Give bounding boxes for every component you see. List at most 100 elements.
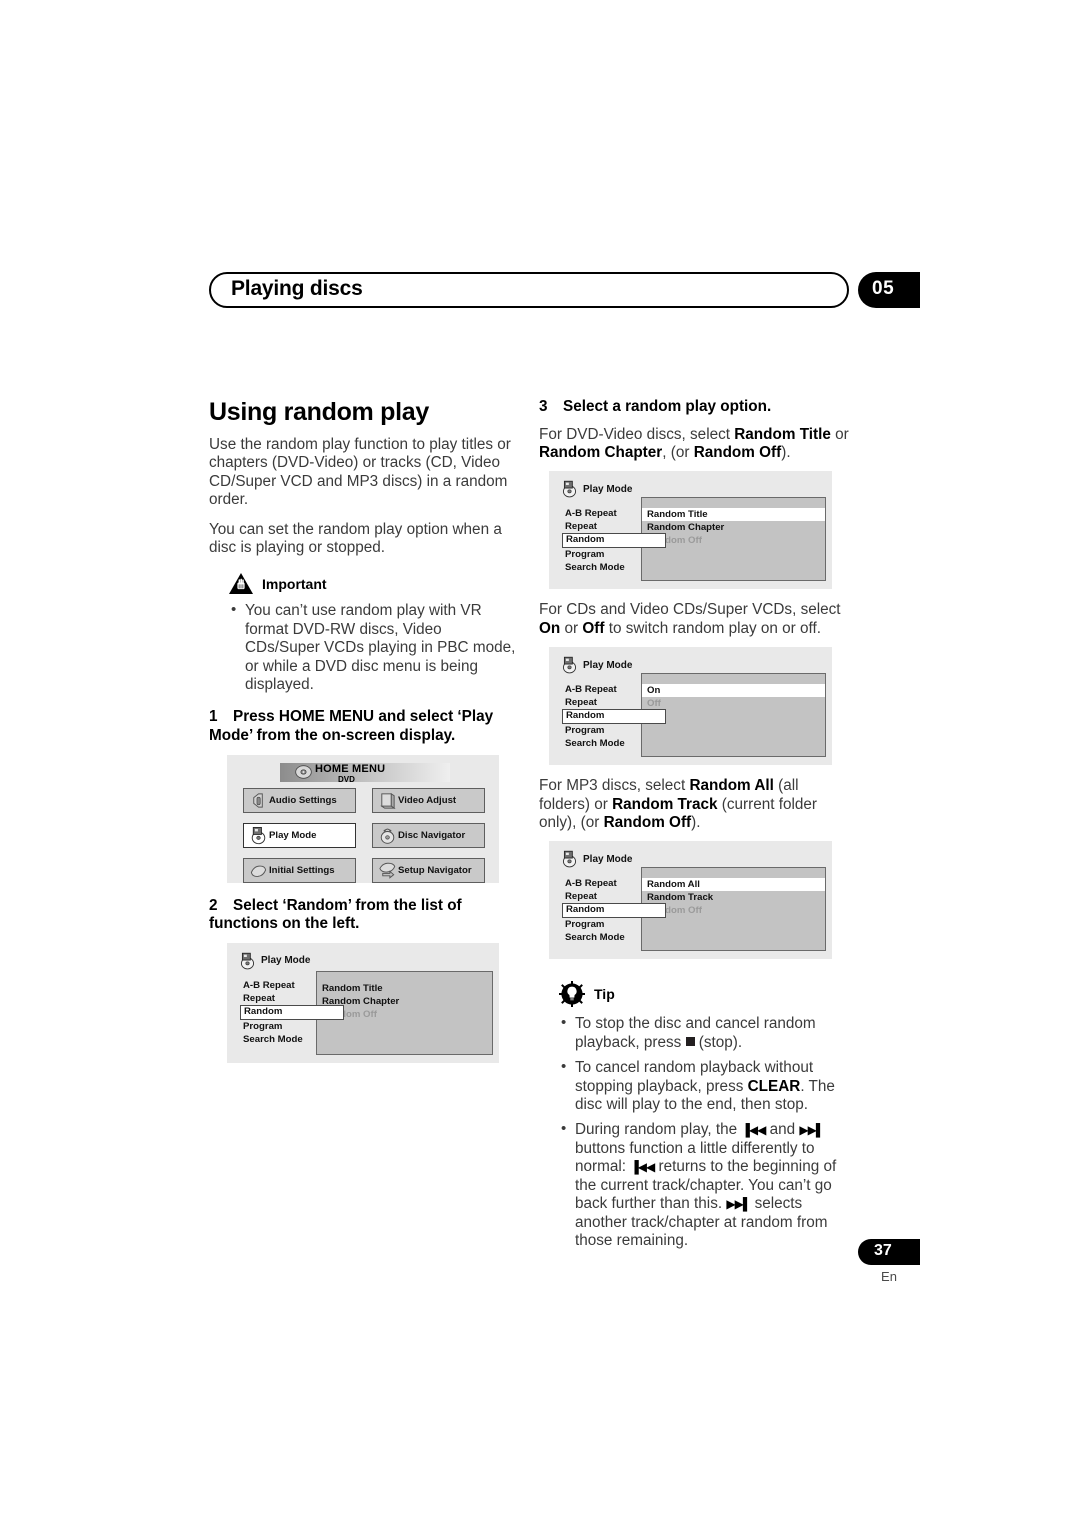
text-run: ). xyxy=(691,814,701,832)
home-menu-item-label: Audio Settings xyxy=(269,794,337,806)
option-item[interactable]: Random Title xyxy=(317,982,492,995)
audio-settings-icon xyxy=(253,793,263,808)
play-mode-header-label: Play Mode xyxy=(261,955,311,967)
step-2: 2 Select ‘Random’ from the list of functi… xyxy=(209,897,519,934)
play-mode-options-panel: On Off xyxy=(641,673,826,758)
intro-paragraph-1: Use the random play function to play tit… xyxy=(209,436,511,509)
home-menu-item-setup-navigator[interactable]: Setup Navigator xyxy=(372,857,485,883)
function-list-item-random[interactable]: Random xyxy=(562,903,666,919)
play-mode-figure-dvd-video: Play Mode A-B Repeat Repeat Random Progr… xyxy=(549,471,832,590)
video-adjust-icon xyxy=(380,792,396,809)
play-mode-options-panel: Random Title Random Chapter Random Off xyxy=(641,497,826,582)
intro-paragraph-2: You can set the random play option when … xyxy=(209,520,502,557)
cd-vcd-instruction: For CDs and Video CDs/Super VCDs, select… xyxy=(539,601,849,638)
play-mode-header: Play Mode xyxy=(560,656,632,674)
step-1-number: 1 xyxy=(209,708,218,726)
function-list-item-random[interactable]: Random xyxy=(562,533,666,549)
play-mode-header-label: Play Mode xyxy=(583,659,633,671)
step-3: 3 Select a random play option. xyxy=(539,398,849,417)
function-list-item-random[interactable]: Random xyxy=(562,709,666,725)
important-bullet-list: You can’t use random play with VR format… xyxy=(229,601,519,694)
home-menu-item-audio-settings[interactable]: Audio Settings xyxy=(243,787,356,813)
home-menu-item-initial-settings[interactable]: Initial Settings xyxy=(243,857,356,883)
page-title: Using random play xyxy=(209,398,429,426)
text-run: For MP3 discs, select xyxy=(539,777,690,795)
list-item: To cancel random playback without stoppi… xyxy=(559,1058,849,1114)
tip-callout-header: Tip xyxy=(539,981,849,1008)
option-item-disabled: Random Off xyxy=(647,905,702,917)
chapter-tab: 05 xyxy=(858,272,920,308)
text-run-bold: Off xyxy=(582,619,605,637)
home-menu-item-label: Play Mode xyxy=(269,829,317,841)
previous-track-icon: ▐◀◀ xyxy=(630,1160,655,1175)
dvd-video-instruction: For DVD-Video discs, select Random Title… xyxy=(539,426,849,463)
play-mode-figure-cd-vcd: Play Mode A-B Repeat Repeat Random Progr… xyxy=(549,647,832,766)
disc-icon xyxy=(295,764,312,779)
text-run-bold: Random Off xyxy=(603,814,692,832)
tip-label: Tip xyxy=(594,986,615,1003)
text-run: (stop). xyxy=(694,1033,743,1051)
mp3-instruction: For MP3 discs, select Random All (all fo… xyxy=(539,777,849,832)
previous-track-icon: ▐◀◀ xyxy=(741,1123,766,1138)
text-run: and xyxy=(765,1121,800,1139)
step-1-text: Press HOME MENU and select ‘Play Mode’ f… xyxy=(209,708,494,745)
home-menu-subtitle: DVD xyxy=(338,774,355,784)
option-item-disabled: Off xyxy=(647,698,661,710)
text-run: or xyxy=(560,619,583,637)
home-menu-figure: HOME MENU DVD Audio Settings Video Adjus… xyxy=(227,754,499,883)
play-mode-icon xyxy=(562,481,577,498)
play-mode-icon xyxy=(562,657,577,674)
option-item[interactable]: Random Track xyxy=(642,891,825,904)
option-item-selected[interactable]: Random Title xyxy=(642,508,825,522)
stop-button-icon xyxy=(685,1036,695,1046)
running-header: Playing discs 05 xyxy=(209,272,920,308)
lightbulb-tip-icon xyxy=(559,981,585,1008)
option-item-selected[interactable]: Random All xyxy=(642,878,825,892)
text-run: , (or xyxy=(662,444,694,461)
step-2-text: Select ‘Random’ from the list of functio… xyxy=(209,896,462,933)
page-number-tab: 37 xyxy=(858,1239,920,1265)
text-run-bold: Random Chapter xyxy=(539,444,663,461)
next-track-icon: ▶▶▌ xyxy=(726,1197,751,1212)
text-run: For CDs and Video CDs/Super VCDs, select xyxy=(539,601,841,619)
play-mode-header: Play Mode xyxy=(560,850,632,868)
text-run: or xyxy=(830,425,849,443)
manual-page: Playing discs 05 Using random play Use t… xyxy=(0,0,1080,1528)
next-track-icon: ▶▶▌ xyxy=(799,1123,824,1138)
play-mode-figure-mp3: Play Mode A-B Repeat Repeat Random Progr… xyxy=(549,841,832,960)
step-2-number: 2 xyxy=(209,896,218,914)
page-footer: 37 En xyxy=(858,1239,920,1284)
important-callout-header: Important xyxy=(209,573,519,595)
play-mode-header: Play Mode xyxy=(238,952,310,970)
option-item-selected[interactable]: On xyxy=(642,684,825,698)
chapter-number: 05 xyxy=(872,278,895,299)
text-run-bold: CLEAR xyxy=(747,1077,801,1095)
play-mode-header-label: Play Mode xyxy=(583,483,633,495)
option-item[interactable]: Random Chapter xyxy=(642,521,825,534)
play-mode-figure-step2: Play Mode A-B Repeat Repeat Random Progr… xyxy=(227,942,499,1063)
text-run-bold: Random Off xyxy=(693,444,782,461)
home-menu-item-label: Initial Settings xyxy=(269,864,335,876)
list-item: You can’t use random play with VR format… xyxy=(229,601,519,694)
play-mode-icon xyxy=(562,851,577,868)
home-menu-item-disc-navigator[interactable]: Disc Navigator xyxy=(372,822,485,848)
home-menu-item-label: Video Adjust xyxy=(398,794,457,806)
text-run: During random play, the xyxy=(575,1121,742,1139)
tip-bullet-list: To stop the disc and cancel random playb… xyxy=(559,1014,849,1250)
function-list-item-random[interactable]: Random xyxy=(240,1004,344,1020)
initial-settings-icon xyxy=(250,865,267,877)
text-run-bold: Random All xyxy=(689,777,774,795)
setup-navigator-icon xyxy=(379,862,396,879)
warning-triangle-icon xyxy=(229,573,253,595)
language-code: En xyxy=(881,1269,897,1284)
option-item-disabled: Random Off xyxy=(647,535,702,547)
home-menu-item-video-adjust[interactable]: Video Adjust xyxy=(372,787,485,813)
home-menu-item-play-mode[interactable]: Play Mode xyxy=(243,822,356,848)
step-3-text: Select a random play option. xyxy=(563,398,772,415)
text-run: ). xyxy=(781,444,791,461)
running-title: Playing discs xyxy=(231,277,363,300)
text-run: to switch random play on or off. xyxy=(604,619,821,637)
play-mode-icon xyxy=(240,952,255,970)
play-mode-header-label: Play Mode xyxy=(583,853,633,865)
important-label: Important xyxy=(262,575,327,592)
